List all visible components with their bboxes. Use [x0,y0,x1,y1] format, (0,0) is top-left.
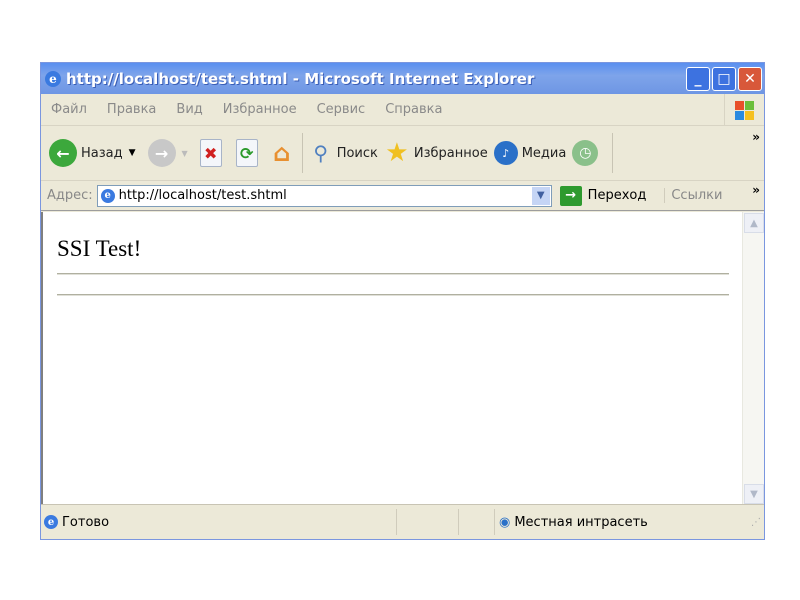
menu-favorites[interactable]: Избранное [223,102,297,117]
menu-help[interactable]: Справка [385,102,442,117]
go-arrow-icon[interactable]: → [559,185,582,206]
status-bar: e Готово ◉ Местная интрасеть ⋰ [41,504,764,539]
back-dropdown-icon[interactable]: ▼ [129,148,136,158]
maximize-button[interactable]: □ [712,66,736,91]
status-cell [396,509,458,535]
refresh-icon[interactable]: ⟳ [235,139,258,167]
page-icon: e [100,188,115,203]
address-url[interactable]: http://localhost/test.shtml [119,188,287,203]
forward-dropdown-icon[interactable]: ▼ [182,149,188,158]
minimize-button[interactable]: _ [686,66,710,91]
history-icon[interactable]: ◷ [572,140,599,166]
back-button[interactable]: Назад [81,146,123,161]
toolbar-more-icon[interactable]: » [752,130,760,144]
home-icon[interactable]: ⌂ [268,139,296,167]
menu-view[interactable]: Вид [176,102,202,117]
ie-icon: e [45,70,61,87]
toolbar: ← Назад ▼ → ▼ ✖ ⟳ ⌂ ⚲ Поиск ★ Избранное … [41,126,764,181]
scroll-up-icon[interactable]: ▲ [744,213,764,233]
vertical-scrollbar[interactable]: ▲ ▼ [742,212,764,505]
menu-file[interactable]: Файл [51,102,87,117]
media-icon[interactable]: ♪ [493,141,518,165]
zone-text: Местная интрасеть [514,514,648,530]
links-more-icon[interactable]: » [752,183,760,197]
horizontal-rule [57,294,729,296]
go-button[interactable]: Переход [588,188,647,203]
menu-edit[interactable]: Правка [107,102,156,117]
close-button[interactable]: ✕ [738,66,762,91]
zone-cell: ◉ Местная интрасеть [494,509,744,535]
toolbar-separator [612,133,614,173]
browser-window: e http://localhost/test.shtml - Microsof… [40,62,765,540]
stop-icon[interactable]: ✖ [199,139,222,167]
forward-arrow-icon[interactable]: → [147,139,176,167]
windows-logo-icon [724,94,764,126]
links-button[interactable]: Ссылки [664,188,722,203]
scroll-down-icon[interactable]: ▼ [744,484,764,504]
title-bar: e http://localhost/test.shtml - Microsof… [41,63,764,94]
menu-bar: Файл Правка Вид Избранное Сервис Справка [41,94,764,126]
search-icon[interactable]: ⚲ [309,139,333,167]
page-heading: SSI Test! [57,236,142,261]
address-input[interactable]: e http://localhost/test.shtml ▼ [96,184,552,207]
status-cell [458,509,494,535]
media-button[interactable]: Медиа [522,146,567,161]
menu-tools[interactable]: Сервис [317,102,366,117]
back-arrow-icon[interactable]: ← [49,139,77,167]
horizontal-rule [57,273,729,275]
search-button[interactable]: Поиск [337,146,378,161]
address-label: Адрес: [47,188,93,203]
favorites-star-icon[interactable]: ★ [384,138,410,168]
resize-grip-icon[interactable]: ⋰ [751,517,761,528]
favorites-button[interactable]: Избранное [414,146,488,161]
page-content: SSI Test! ▲ ▼ [41,212,764,505]
address-bar: Адрес: e http://localhost/test.shtml ▼ →… [41,181,764,211]
toolbar-separator [301,133,303,173]
window-title: http://localhost/test.shtml - Microsoft … [66,69,535,88]
status-page-icon: e [44,515,58,529]
intranet-icon: ◉ [499,514,511,530]
address-dropdown-icon[interactable]: ▼ [531,186,550,205]
status-text: Готово [62,514,110,530]
